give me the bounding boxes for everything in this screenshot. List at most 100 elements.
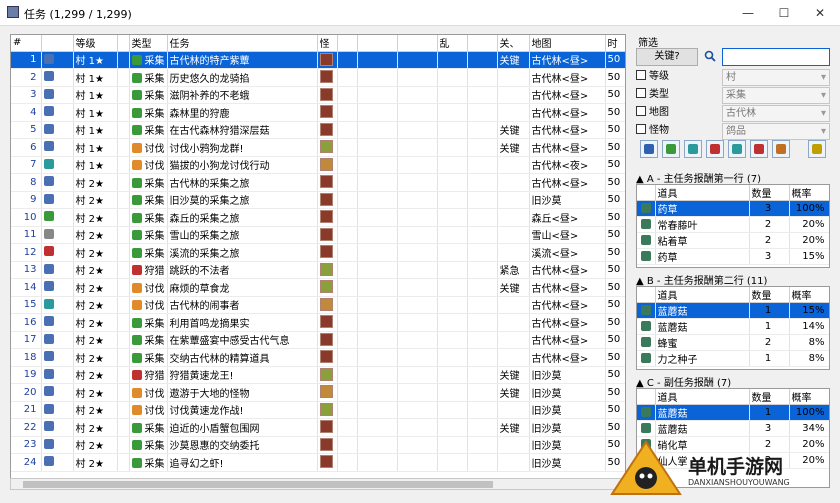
reward-column-header[interactable]: 数量 [749, 287, 790, 303]
maximize-button[interactable]: ☐ [766, 0, 802, 26]
reward-a-title[interactable]: ▲ A - 主任务报酬第一行 (7) [636, 170, 832, 185]
category-filter-icon[interactable] [640, 140, 658, 158]
category-filter-icon[interactable] [728, 140, 746, 158]
category-filter-icon[interactable] [706, 140, 724, 158]
reward-row[interactable]: 蜂蜜 2 8% [637, 334, 829, 351]
scrollbar-thumb[interactable] [23, 481, 493, 488]
table-row[interactable]: 3 村 1★ 采集 滋阴补养的不老蛾 古代林<昼> 50 [11, 86, 625, 104]
column-header[interactable] [117, 35, 130, 52]
item-probability: 8% [789, 350, 829, 367]
category-filter-icon[interactable] [772, 140, 790, 158]
column-header[interactable]: 类型 [129, 35, 168, 52]
column-header[interactable]: 影 [625, 35, 626, 51]
quest-name-cell: 迫近的小盾蟹包围网 [167, 418, 318, 437]
table-row[interactable]: 10 村 2★ 采集 森丘的采集之旅 森丘<昼> 50 [11, 208, 625, 227]
quest-type-icon [131, 265, 142, 276]
minimize-button[interactable]: — [730, 0, 766, 26]
column-header[interactable]: 乱 [437, 35, 468, 52]
table-row[interactable]: 19 村 2★ 狩猎 狩猎黄速龙王! 关键 旧沙莫 50 [11, 366, 625, 384]
column-header[interactable] [41, 35, 74, 52]
search-input[interactable] [722, 48, 830, 66]
table-row[interactable]: 14 村 2★ 讨伐 麻烦的草食龙 关键 古代林<昼> 50 [11, 278, 625, 297]
item-cell [637, 334, 656, 351]
table-row[interactable]: 23 村 2★ 采集 沙莫恩惠的交纳委托 旧沙莫 50 [11, 436, 625, 454]
table-row[interactable]: 13 村 2★ 狩猎 跳跃的不法者 紧急 古代林<昼> 50 [11, 261, 625, 279]
filter-level-checkbox[interactable]: 等级 [636, 70, 716, 84]
column-header[interactable]: 怪 [317, 35, 338, 52]
filter-type-checkbox[interactable]: 类型 [636, 88, 716, 102]
reward-row[interactable]: 蓝蘑菇 1 14% [637, 318, 829, 335]
reward-row[interactable]: 粘着草 2 20% [637, 232, 829, 249]
category-filter-icon[interactable] [662, 140, 680, 158]
reward-c-title[interactable]: ▲ C - 副任务报酬 (7) [636, 374, 832, 389]
reward-column-header[interactable]: 道具 [655, 389, 750, 405]
reward-column-header[interactable]: 数量 [749, 389, 790, 405]
table-row[interactable]: 1 村 1★ 采集 古代林的特产紫蕈 关键 古代林<昼> 50 [11, 51, 625, 69]
table-row[interactable]: 20 村 2★ 讨伐 遨游于大地的怪物 关键 旧沙莫 50 [11, 383, 625, 402]
column-header[interactable]: 地图 [529, 35, 606, 52]
column-header[interactable] [337, 35, 358, 52]
close-button[interactable]: ✕ [802, 0, 838, 26]
reward-column-header[interactable]: 数量 [749, 185, 790, 201]
table-row[interactable]: 11 村 2★ 采集 雪山的采集之旅 雪山<昼> 50 [11, 226, 625, 244]
table-row[interactable]: 8 村 2★ 采集 古代林的采集之旅 古代林<昼> 50 [11, 173, 625, 192]
table-row[interactable]: 15 村 2★ 讨伐 古代林的闹事者 古代林<昼> 50 [11, 296, 625, 314]
map-select[interactable]: 古代林 ▾ [722, 105, 830, 122]
keyword-button[interactable]: 关键? [636, 48, 698, 66]
time-cell: 50 [605, 103, 625, 122]
category-filter-icon[interactable] [750, 140, 768, 158]
reward-row[interactable]: 常春藤叶 2 20% [637, 216, 829, 233]
reward-column-header[interactable]: 概率 [789, 287, 829, 303]
table-row[interactable]: 6 村 1★ 讨伐 讨伐小鸦狗龙群! 关键 古代林<昼> 50 [11, 138, 625, 157]
column-header[interactable]: 时 [605, 35, 625, 52]
column-header[interactable] [397, 35, 438, 52]
filter-map-checkbox[interactable]: 地图 [636, 106, 716, 120]
level-cell: 村 1★ [73, 51, 118, 69]
category-filter-icon[interactable] [684, 140, 702, 158]
checkbox-box[interactable] [636, 88, 646, 98]
horizontal-scrollbar[interactable] [10, 478, 626, 490]
reward-row[interactable]: 蓝蘑菇 3 34% [637, 420, 829, 437]
quest-name-cell: 讨伐小鸦狗龙群! [167, 138, 318, 157]
reward-column-header[interactable]: 概率 [789, 185, 829, 201]
column-header[interactable]: 任务 [167, 35, 318, 52]
table-row[interactable]: 24 村 2★ 采集 追寻幻之虾! 旧沙莫 50 [11, 453, 625, 472]
table-row[interactable]: 2 村 1★ 采集 历史悠久的龙骑掐 古代林<昼> 50 [11, 68, 625, 87]
reward-row[interactable]: 药草 3 15% [637, 248, 829, 265]
reward-b-title[interactable]: ▲ B - 主任务报酬第二行 (11) [636, 272, 832, 287]
table-row[interactable]: 21 村 2★ 讨伐 讨伐黄速龙作战! 旧沙莫 50 [11, 401, 625, 419]
column-header[interactable]: 关、 [497, 35, 530, 52]
table-row[interactable]: 22 村 2★ 采集 迫近的小盾蟹包围网 关键 旧沙莫 50 [11, 418, 625, 437]
table-row[interactable]: 18 村 2★ 采集 交纳古代林的精算道具 古代林<昼> 50 [11, 348, 625, 367]
table-row[interactable]: 5 村 1★ 采集 在古代森林狩猎深层菇 关键 古代林<昼> 50 [11, 121, 625, 139]
reward-row[interactable]: 仙人掌 2 20% [637, 452, 829, 469]
item-quantity: 3 [749, 420, 790, 437]
monster-select[interactable]: 鸽品 ▾ [722, 123, 830, 140]
table-row[interactable]: 17 村 2★ 采集 在紫蕈盛宴中感受古代气息 古代林<昼> 50 [11, 331, 625, 349]
column-header[interactable]: 等级 [73, 35, 118, 52]
table-row[interactable]: 7 村 1★ 讨伐 猫拔的小狗龙讨伐行动 古代林<夜> 50 [11, 156, 625, 174]
reward-column-header[interactable]: 道具 [655, 185, 750, 201]
reward-row[interactable]: 硝化草 2 20% [637, 436, 829, 453]
reward-row[interactable]: 力之种子 1 8% [637, 350, 829, 367]
reward-column-header[interactable]: 概率 [789, 389, 829, 405]
column-header[interactable]: # [11, 35, 42, 52]
category-filter-icon[interactable] [808, 140, 826, 158]
checkbox-box[interactable] [636, 124, 646, 134]
checkbox-box[interactable] [636, 106, 646, 116]
table-row[interactable]: 9 村 2★ 采集 旧沙莫的采集之旅 旧沙莫 50 [11, 191, 625, 209]
table-row[interactable]: 12 村 2★ 采集 溪流的采集之旅 溪流<昼> 50 [11, 243, 625, 262]
table-row[interactable]: 4 村 1★ 采集 森林里的狩鹿 古代林<昼> 50 [11, 103, 625, 122]
reward-row[interactable]: 蓝蘑菇 1 100% [637, 404, 829, 421]
checkbox-box[interactable] [636, 70, 646, 80]
reward-row[interactable]: 药草 3 100% [637, 200, 829, 217]
level-select[interactable]: 村 ▾ [722, 69, 830, 86]
column-header[interactable] [467, 35, 498, 52]
type-select[interactable]: 采集 ▾ [722, 87, 830, 104]
filter-monster-checkbox[interactable]: 怪物 [636, 124, 716, 138]
item-name: 药草 [655, 248, 750, 265]
table-row[interactable]: 16 村 2★ 采集 利用首鸣龙摘果实 古代林<昼> 50 [11, 313, 625, 332]
reward-row[interactable]: 蓝蘑菇 1 15% [637, 302, 829, 319]
reward-column-header[interactable]: 道具 [655, 287, 750, 303]
column-header[interactable] [357, 35, 398, 52]
